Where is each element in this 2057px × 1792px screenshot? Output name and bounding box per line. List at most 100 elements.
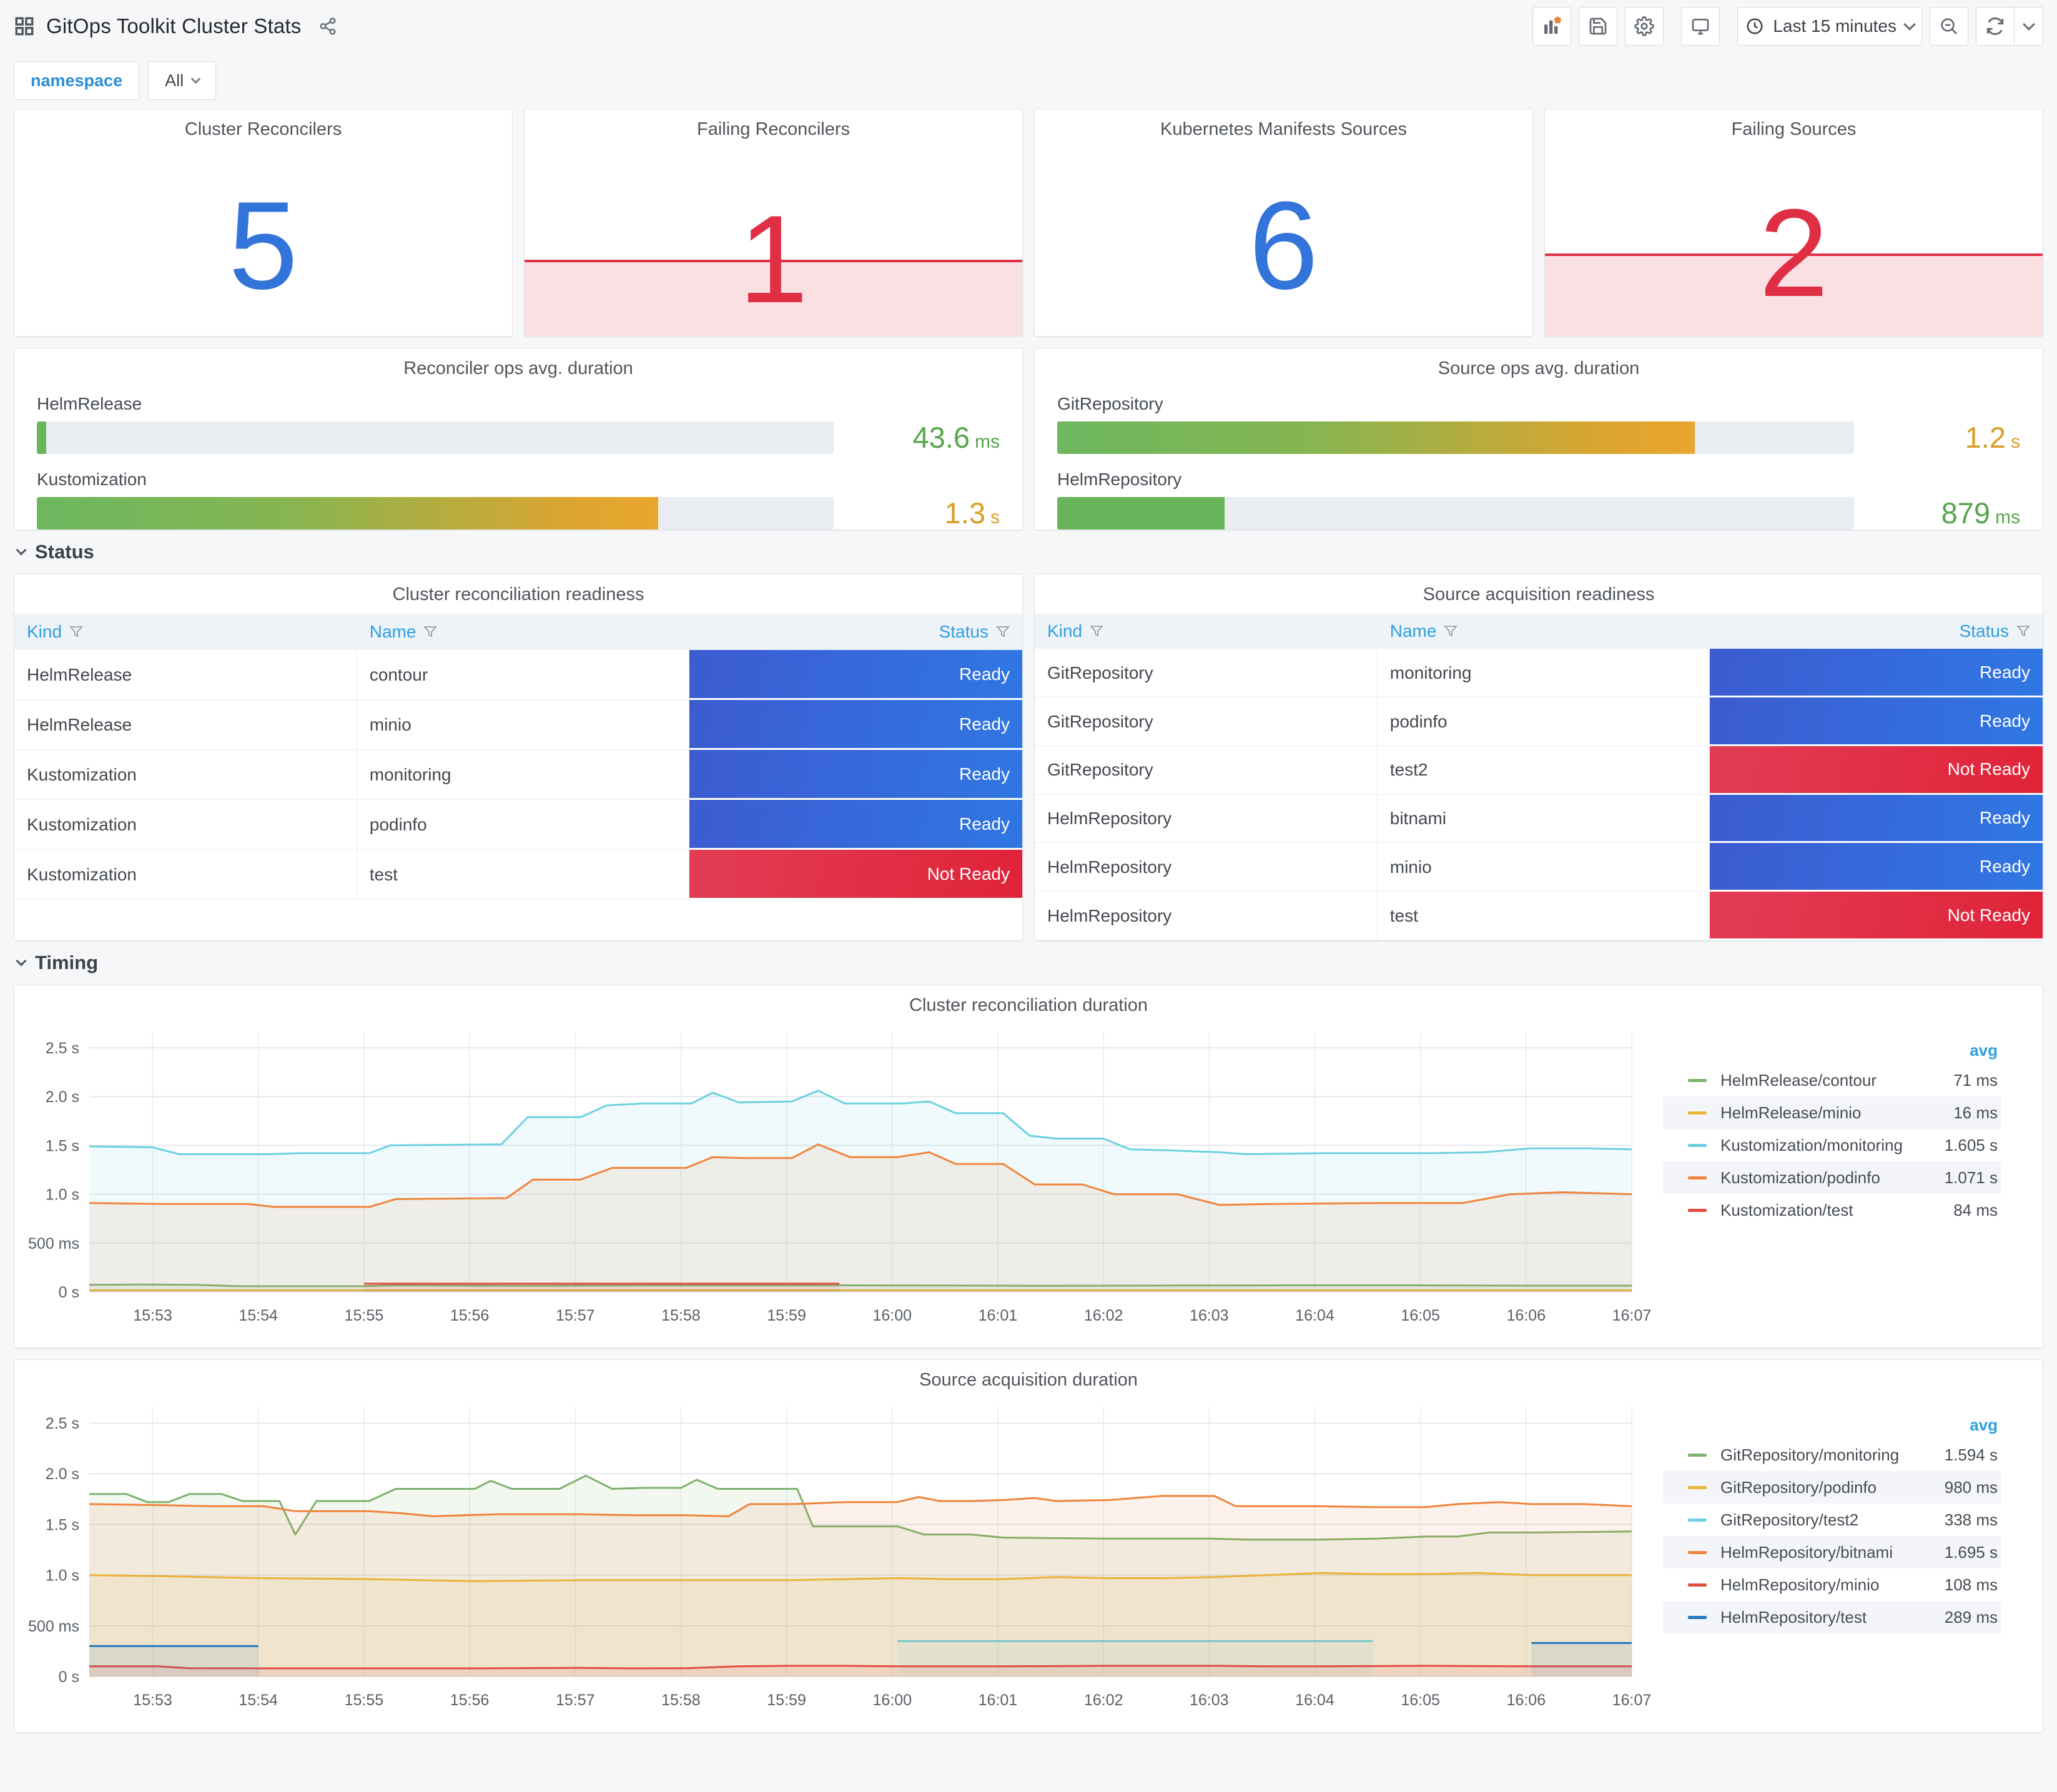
cycle-view-mode-button[interactable] <box>1681 7 1720 46</box>
add-panel-button[interactable] <box>1532 7 1572 46</box>
stat-panel[interactable]: Failing Sources 2 <box>1544 109 2043 337</box>
share-icon[interactable] <box>318 17 337 36</box>
bargauge-panel: Source ops avg. duration GitRepository 1.2… <box>1034 348 2043 530</box>
stat-panel-title: Kubernetes Manifests Sources <box>1160 119 1407 139</box>
svg-text:16:06: 16:06 <box>1507 1307 1546 1324</box>
section-status[interactable]: Status <box>14 530 2043 574</box>
table-row: GitRepository test2 Not Ready <box>1035 746 2043 795</box>
bargauge-label: HelmRepository <box>1057 470 1182 489</box>
bargauge-row: HelmRepository 879 ms <box>1057 470 2020 529</box>
svg-text:15:59: 15:59 <box>767 1307 806 1324</box>
clock-icon <box>1747 18 1763 34</box>
section-timing[interactable]: Timing <box>14 941 2043 985</box>
legend-avg-header[interactable]: avg <box>1663 1041 2001 1060</box>
legend-item[interactable]: Kustomization/podinfo 1.071 s <box>1663 1161 2001 1194</box>
table-panel: Cluster reconciliation readiness Kind Name… <box>14 574 1023 941</box>
table-row: Kustomization monitoring Ready <box>14 750 1022 800</box>
svg-text:16:04: 16:04 <box>1295 1691 1334 1709</box>
bargauge-fill <box>37 421 47 454</box>
legend-item[interactable]: Kustomization/monitoring 1.605 s <box>1663 1129 2001 1161</box>
legend-item[interactable]: GitRepository/monitoring 1.594 s <box>1663 1439 2001 1471</box>
refresh-button[interactable] <box>1976 7 2015 46</box>
legend-item[interactable]: HelmRelease/minio 16 ms <box>1663 1096 2001 1129</box>
dashboards-icon[interactable] <box>14 16 35 37</box>
table-panel: Source acquisition readiness Kind Name Stat… <box>1034 574 2043 941</box>
cell-status: Ready <box>1710 649 2043 698</box>
legend-series-avg: 980 ms <box>1944 1477 1998 1497</box>
legend-series-avg: 84 ms <box>1953 1200 1998 1219</box>
legend-item[interactable]: HelmRelease/contour 71 ms <box>1663 1064 2001 1096</box>
legend-avg-header[interactable]: avg <box>1663 1415 2001 1435</box>
table-row: GitRepository monitoring Ready <box>1035 649 2043 698</box>
legend-item[interactable]: HelmRepository/test 289 ms <box>1663 1601 2001 1633</box>
legend-series-avg: 108 ms <box>1944 1575 1998 1594</box>
cell-kind: HelmRepository <box>1035 892 1378 940</box>
bargauge-value: 1.2 s <box>1870 420 2020 455</box>
bargauge-title: Source ops avg. duration <box>1438 358 1640 378</box>
zoom-out-button[interactable] <box>1930 7 1968 46</box>
svg-text:15:58: 15:58 <box>661 1307 701 1324</box>
stat-panel[interactable]: Failing Reconcilers 1 <box>524 109 1023 337</box>
legend-series-name: HelmRelease/minio <box>1720 1103 1862 1122</box>
bargauge-line: 43.6 ms <box>37 420 1000 455</box>
filter-icon[interactable] <box>1444 624 1458 638</box>
cell-kind: HelmRelease <box>14 700 357 750</box>
chart-body: 15:53 15:54 15:55 15:56 15:57 15:58 15:59 16:00… <box>14 1391 2043 1732</box>
bargauge-track <box>37 421 834 454</box>
chart-legend: avg GitRepository/monitoring 1.594 s GitRep… <box>1663 1391 2019 1732</box>
legend-item[interactable]: GitRepository/podinfo 980 ms <box>1663 1471 2001 1504</box>
column-header-label: Kind <box>1047 621 1083 641</box>
cell-name: podinfo <box>357 800 690 850</box>
cell-name: test <box>1377 892 1710 940</box>
dashboard: GitOps Toolkit Cluster Stats Last 15 min… <box>0 0 2057 1792</box>
bargauge-value-number: 43.6 <box>912 421 970 454</box>
table-title: Cluster reconciliation readiness <box>392 584 644 604</box>
dashboard-settings-button[interactable] <box>1625 7 1664 46</box>
legend-series-name: Kustomization/podinfo <box>1720 1168 1880 1187</box>
filter-icon[interactable] <box>2016 624 2030 638</box>
column-header-name[interactable]: Name <box>1378 621 1710 641</box>
legend-series-name: HelmRepository/bitnami <box>1720 1542 1893 1562</box>
column-header-kind[interactable]: Kind <box>14 622 357 642</box>
cell-kind: GitRepository <box>1035 746 1378 795</box>
refresh-interval-button[interactable] <box>2015 7 2043 46</box>
table-row: GitRepository podinfo Ready <box>1035 697 2043 746</box>
legend-item[interactable]: GitRepository/test2 338 ms <box>1663 1504 2001 1536</box>
legend-series-name: GitRepository/monitoring <box>1720 1445 1900 1464</box>
filter-icon[interactable] <box>69 625 84 639</box>
column-header-status[interactable]: Status <box>1710 621 2043 641</box>
stat-value: 6 <box>1248 175 1319 315</box>
svg-text:16:01: 16:01 <box>979 1691 1018 1709</box>
table-header-row: Kind Name Status <box>14 614 1022 650</box>
column-header-status[interactable]: Status <box>689 622 1022 642</box>
timeseries-panel: Cluster reconciliation duration 15:53 15:5… <box>14 985 2043 1348</box>
chart-canvas[interactable]: 15:53 15:54 15:55 15:56 15:57 15:58 15:59 16:00… <box>14 1391 1663 1720</box>
save-dashboard-button[interactable] <box>1579 7 1618 46</box>
bargauge-value-unit: ms <box>1995 507 2020 528</box>
cell-kind: HelmRepository <box>1035 794 1378 844</box>
stat-panel-title: Failing Reconcilers <box>697 119 850 139</box>
legend-series-avg: 1.605 s <box>1944 1135 1998 1154</box>
column-header-kind[interactable]: Kind <box>1035 621 1378 641</box>
time-range-picker[interactable]: Last 15 minutes <box>1737 7 1922 46</box>
legend-item[interactable]: HelmRepository/bitnami 1.695 s <box>1663 1536 2001 1568</box>
stat-panel[interactable]: Kubernetes Manifests Sources 6 <box>1034 109 1533 337</box>
table-row: HelmRepository minio Ready <box>1035 843 2043 892</box>
series-fill <box>363 1283 840 1292</box>
series-fill <box>89 1646 259 1676</box>
legend-series-name: GitRepository/test2 <box>1720 1510 1859 1529</box>
table-row: HelmRelease contour Ready <box>14 650 1022 700</box>
filter-icon[interactable] <box>995 625 1010 639</box>
gear-icon <box>1634 16 1655 36</box>
legend-item[interactable]: Kustomization/test 84 ms <box>1663 1194 2001 1226</box>
cell-kind: Kustomization <box>14 850 357 900</box>
variable-namespace-select[interactable]: All <box>148 61 217 100</box>
svg-text:16:07: 16:07 <box>1612 1691 1652 1709</box>
save-icon <box>1589 17 1607 35</box>
column-header-name[interactable]: Name <box>357 622 690 642</box>
chart-canvas[interactable]: 15:53 15:54 15:55 15:56 15:57 15:58 15:59 16:00… <box>14 1016 1663 1336</box>
legend-item[interactable]: HelmRepository/minio 108 ms <box>1663 1568 2001 1601</box>
filter-icon[interactable] <box>423 625 438 639</box>
stat-panel[interactable]: Cluster Reconcilers 5 <box>14 109 513 337</box>
filter-icon[interactable] <box>1090 624 1104 638</box>
